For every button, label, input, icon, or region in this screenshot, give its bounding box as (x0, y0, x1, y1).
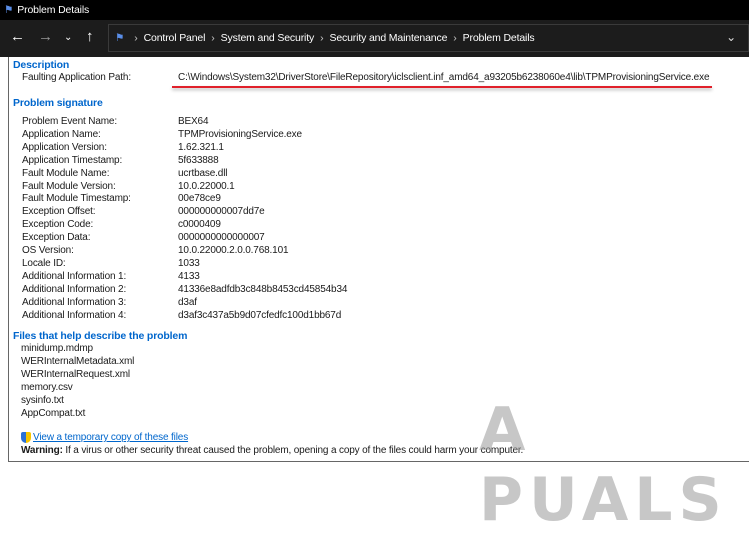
file-item: sysinfo.txt (21, 394, 64, 406)
signature-label: OS Version: (22, 245, 74, 256)
signature-value: 1.62.321.1 (178, 141, 224, 153)
signature-label: Exception Code: (22, 219, 94, 231)
signature-value: 0000000000000007 (178, 232, 265, 244)
signature-label: Application Version: (22, 141, 107, 153)
shield-icon (21, 432, 31, 443)
flag-icon: ⚑ (4, 4, 14, 16)
signature-value: 4133 (178, 270, 200, 282)
breadcrumb-problem-details[interactable]: Problem Details (463, 32, 535, 44)
link-text[interactable]: View a temporary copy of these files (33, 432, 188, 443)
flag-icon: ⚑ (115, 32, 125, 44)
signature-value: TPMProvisioningService.exe (178, 128, 302, 140)
warning-text: Warning: If a virus or other security th… (21, 445, 523, 456)
view-temporary-copy-link[interactable]: View a temporary copy of these files (21, 432, 188, 443)
faulting-path-value: C:\Windows\System32\DriverStore\FileRepo… (178, 72, 710, 83)
signature-value: ucrtbase.dll (178, 167, 228, 179)
window-title: Problem Details (17, 4, 90, 16)
signature-value: 000000000007dd7e (178, 206, 265, 218)
file-item: memory.csv (21, 381, 73, 393)
recent-locations-chevron-icon[interactable]: ⌄ (64, 32, 72, 43)
signature-value: 10.0.22000.2.0.0.768.101 (178, 245, 289, 256)
signature-value: 1033 (178, 257, 200, 269)
signature-value: 00e78ce9 (178, 193, 221, 205)
signature-label: Application Name: (22, 128, 101, 140)
signature-value: BEX64 (178, 116, 209, 127)
file-item: minidump.mdmp (21, 343, 93, 354)
signature-label: Fault Module Timestamp: (22, 193, 131, 205)
signature-label: Additional Information 2: (22, 283, 127, 295)
file-item: AppCompat.txt (21, 407, 86, 419)
signature-value: 5f633888 (178, 154, 219, 166)
signature-label: Additional Information 1: (22, 270, 127, 282)
forward-button[interactable]: → (38, 28, 53, 45)
file-item: WERInternalMetadata.xml (21, 355, 135, 367)
signature-label: Fault Module Version: (22, 180, 116, 192)
breadcrumb-security-maintenance[interactable]: Security and Maintenance (329, 32, 447, 44)
signature-label: Additional Information 3: (22, 296, 127, 308)
signature-label: Additional Information 4: (22, 309, 127, 321)
warning-message: If a virus or other security threat caus… (62, 445, 524, 456)
signature-value: 41336e8adfdb3c848b8453cd45854b34 (178, 283, 348, 295)
description-heading: Description (13, 59, 70, 71)
signature-label: Fault Module Name: (22, 167, 110, 179)
signature-label: Application Timestamp: (22, 154, 123, 166)
chevron-down-icon[interactable]: ⌄ (726, 30, 736, 44)
breadcrumb-control-panel[interactable]: Control Panel (144, 32, 206, 44)
signature-value: d3af3c437a5b9d07cfedfc100d1bb67d (178, 309, 342, 321)
signature-label: Exception Offset: (22, 206, 96, 218)
faulting-path-label: Faulting Application Path: (22, 72, 131, 83)
signature-value: c0000409 (178, 219, 221, 231)
title-bar: ⚑ Problem Details (0, 0, 749, 20)
signature-value: d3af (178, 296, 197, 308)
address-bar[interactable]: ⚑ › Control Panel › System and Security › S… (108, 24, 749, 52)
signature-label: Problem Event Name: (22, 116, 117, 127)
appuals-watermark-logo: A​PUALS (479, 395, 728, 535)
warning-label: Warning: (21, 445, 63, 456)
back-button[interactable]: ← (10, 28, 25, 45)
files-heading: Files that help describe the problem (13, 330, 188, 342)
signature-heading: Problem signature (13, 97, 103, 109)
file-item: WERInternalRequest.xml (21, 368, 130, 380)
breadcrumb-system-security[interactable]: System and Security (221, 32, 315, 44)
red-underline-annotation (172, 86, 712, 88)
signature-value: 10.0.22000.1 (178, 180, 235, 192)
signature-label: Locale ID: (22, 257, 66, 269)
problem-details-content: Description Faulting Application Path: C… (8, 57, 749, 535)
up-button[interactable]: ↑ (86, 28, 94, 45)
signature-label: Exception Data: (22, 232, 91, 244)
